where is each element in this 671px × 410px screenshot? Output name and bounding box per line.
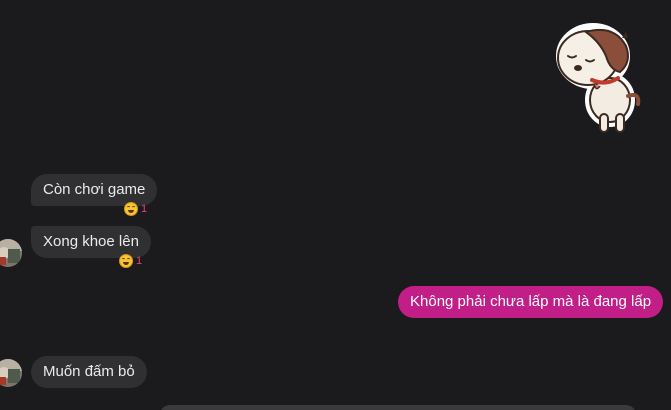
reaction-count: 1 (141, 203, 148, 215)
reaction-count: 1 (136, 255, 143, 267)
avatar[interactable] (0, 239, 22, 267)
message-composer[interactable] (160, 405, 636, 410)
grinning-face-icon (124, 202, 138, 216)
grinning-face-icon (119, 254, 133, 268)
avatar[interactable] (0, 359, 22, 387)
message-text: Xong khoe lên (43, 233, 139, 250)
outgoing-message-bubble[interactable]: Không phải chưa lấp mà là đang lấp (398, 286, 664, 318)
incoming-message-bubble[interactable]: Muốn đấm bỏ (31, 356, 147, 388)
message-text: Còn chơi game (43, 181, 146, 198)
message-text: Không phải chưa lấp mà là đang lấp (410, 293, 652, 310)
puppy-sticker-icon[interactable] (548, 18, 648, 138)
message-text: Muốn đấm bỏ (43, 363, 135, 380)
chat-thread: Còn chơi game 1 Xong khoe lên 1 Không ph… (0, 0, 671, 410)
message-reaction[interactable]: 1 (119, 254, 142, 268)
message-reaction[interactable]: 1 (124, 202, 147, 216)
